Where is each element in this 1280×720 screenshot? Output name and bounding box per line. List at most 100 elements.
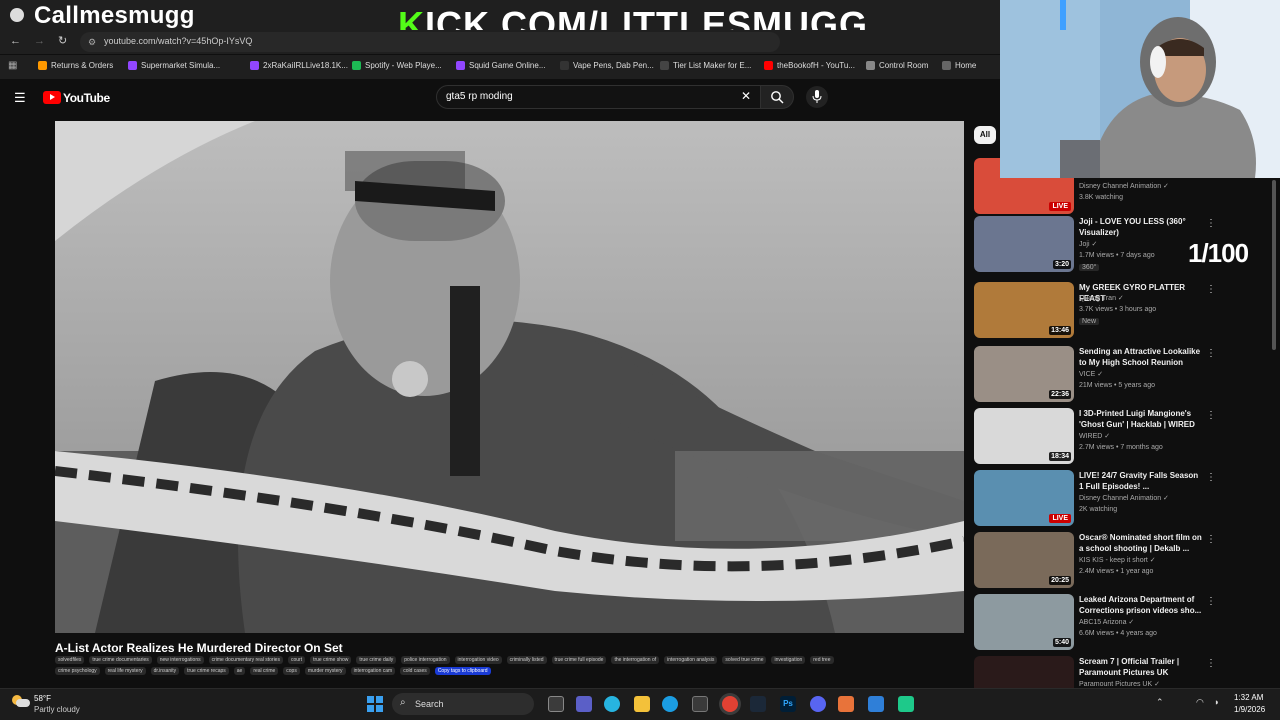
search-button[interactable]	[760, 85, 794, 109]
bookmark-item[interactable]: Supermarket Simula...	[128, 61, 220, 70]
volume-icon[interactable]: ◗	[1214, 697, 1219, 707]
channel-name[interactable]: KIS KIS - keep it short ✓	[1079, 556, 1156, 564]
bookmark-item[interactable]: Home	[942, 61, 976, 70]
taskbar-search[interactable]	[392, 693, 534, 715]
channel-name[interactable]: Disney Channel Animation ✓	[1079, 494, 1169, 502]
youtube-logo-icon[interactable]	[43, 91, 61, 104]
window-icon[interactable]	[868, 696, 884, 712]
taskbar-search-label[interactable]: Search	[415, 699, 444, 709]
video-thumbnail[interactable]: LIVE	[974, 470, 1074, 526]
site-info-icon[interactable]: ⚙	[88, 37, 96, 48]
video-title[interactable]: Scream 7 | Official Trailer | Paramount …	[1079, 656, 1203, 678]
more-options-icon[interactable]: ⋮	[1206, 472, 1216, 483]
video-tag[interactable]: true crime daily	[356, 656, 397, 664]
photoshop-icon[interactable]: Ps	[780, 696, 796, 712]
video-tag[interactable]: crime psychology	[55, 667, 100, 675]
video-title[interactable]: Joji - LOVE YOU LESS (360° Visualizer)	[1079, 216, 1203, 238]
channel-name[interactable]: ABC15 Arizona ✓	[1079, 618, 1134, 626]
video-tag[interactable]: solved true crime	[722, 656, 767, 664]
channel-name[interactable]: VICE ✓	[1079, 370, 1103, 378]
bookmark-item[interactable]: Spotify - Web Playe...	[352, 61, 442, 70]
apps-grid-icon[interactable]: ▦	[8, 60, 17, 71]
recommended-video[interactable]: 18:34 I 3D-Printed Luigi Mangione's 'Ghos…	[970, 408, 1270, 468]
video-tag[interactable]: criminally listed	[506, 656, 547, 664]
more-options-icon[interactable]: ⋮	[1206, 658, 1216, 669]
store-icon[interactable]	[692, 696, 708, 712]
video-tag[interactable]: red tree	[810, 656, 834, 664]
more-options-icon[interactable]: ⋮	[1206, 348, 1216, 359]
filter-chip-all[interactable]: All	[974, 126, 996, 144]
video-tag[interactable]: interrogation analysis	[664, 656, 718, 664]
bookmark-item[interactable]: theBookofH - YouTu...	[764, 61, 855, 70]
video-tag[interactable]: court	[287, 656, 306, 664]
forward-icon[interactable]: →	[34, 35, 45, 47]
video-thumbnail[interactable]: 18:34	[974, 408, 1074, 464]
more-options-icon[interactable]: ⋮	[1206, 596, 1216, 607]
url-text[interactable]: youtube.com/watch?v=45hOp-IYsVQ	[104, 36, 252, 46]
discord-icon[interactable]	[810, 696, 826, 712]
channel-name[interactable]: Joji ✓	[1079, 240, 1097, 248]
recommended-video[interactable]: Scream 7 | Official Trailer | Paramount …	[970, 656, 1270, 690]
more-options-icon[interactable]: ⋮	[1206, 284, 1216, 295]
bookmark-item[interactable]: Vape Pens, Dab Pen...	[560, 61, 654, 70]
video-tag[interactable]: police interrogation	[401, 656, 450, 664]
bookmark-item[interactable]: Tier List Maker for E...	[660, 61, 751, 70]
video-tag[interactable]: interrogation cam	[350, 667, 396, 675]
more-options-icon[interactable]: ⋮	[1206, 534, 1216, 545]
weather-icon[interactable]	[12, 693, 30, 709]
bookmark-item[interactable]: Control Room	[866, 61, 928, 70]
clock-time[interactable]: 1:32 AM	[1234, 693, 1263, 702]
voice-search-button[interactable]	[806, 86, 828, 108]
file-explorer-icon[interactable]	[634, 696, 650, 712]
app-icon[interactable]	[838, 696, 854, 712]
weather-temp[interactable]: 58°F	[34, 694, 51, 703]
video-tag[interactable]: cops	[283, 667, 300, 675]
menu-icon[interactable]: ☰	[14, 90, 26, 106]
recommended-video[interactable]: 20:25 Oscar® Nominated short film on a sc…	[970, 532, 1270, 592]
clear-search-icon[interactable]: ✕	[741, 89, 751, 103]
tray-chevron-icon[interactable]: ⌃	[1156, 697, 1164, 708]
video-tag[interactable]: real life mystery	[104, 667, 146, 675]
video-tag[interactable]: dr.insanity	[150, 667, 180, 675]
video-tag[interactable]: solvedfiles	[55, 656, 85, 664]
video-tag[interactable]: new interrogations	[156, 656, 204, 664]
recommended-video[interactable]: 22:36 Sending an Attractive Lookalike to …	[970, 346, 1270, 406]
video-title[interactable]: Leaked Arizona Department of Corrections…	[1079, 594, 1203, 616]
more-options-icon[interactable]: ⋮	[1206, 410, 1216, 421]
app-green-icon[interactable]	[898, 696, 914, 712]
video-tag[interactable]: murder mystery	[304, 667, 346, 675]
youtube-logo-text[interactable]: YouTube	[63, 91, 110, 105]
video-tag[interactable]: the interrogation of	[611, 656, 660, 664]
video-title[interactable]: LIVE! 24/7 Gravity Falls Season 1 Full E…	[1079, 470, 1203, 492]
copy-tags-button[interactable]: Copy tags to clipboard	[434, 667, 491, 675]
edge-icon[interactable]	[662, 696, 678, 712]
task-view-icon[interactable]	[548, 696, 564, 712]
video-tag[interactable]: real crime	[250, 667, 279, 675]
video-tag[interactable]: cold cases	[400, 667, 430, 675]
weather-desc[interactable]: Partly cloudy	[34, 705, 80, 714]
clock-date[interactable]: 1/9/2026	[1234, 705, 1265, 714]
recommended-video[interactable]: LIVE LIVE! 24/7 Gravity Falls Season 1 Fu…	[970, 470, 1270, 530]
video-player[interactable]	[55, 121, 964, 633]
channel-name[interactable]: Paramount Pictures UK ✓	[1079, 680, 1160, 688]
video-title[interactable]: I 3D-Printed Luigi Mangione's 'Ghost Gun…	[1079, 408, 1203, 430]
bookmark-item[interactable]: Returns & Orders	[38, 61, 113, 70]
chrome-icon[interactable]	[722, 696, 738, 712]
bookmark-item[interactable]: 2xRaKaiIRLLive18.1K...	[250, 61, 348, 70]
video-thumbnail[interactable]: 13:46	[974, 282, 1074, 338]
copilot-icon[interactable]	[604, 696, 620, 712]
video-tag[interactable]: investigation	[771, 656, 806, 664]
channel-name[interactable]: WIRED ✓	[1079, 432, 1110, 440]
video-thumbnail[interactable]: 3:20	[974, 216, 1074, 272]
video-thumbnail[interactable]	[974, 656, 1074, 690]
back-icon[interactable]: ←	[10, 35, 21, 47]
video-tag[interactable]: ae	[233, 667, 246, 675]
video-tag[interactable]: true crime full episode	[551, 656, 607, 664]
video-tag[interactable]: interrogation video	[454, 656, 502, 664]
recommended-video[interactable]: 13:46 My GREEK GYRO PLATTER FEAST ⋮ Quang T…	[970, 282, 1270, 342]
windows-start-icon[interactable]	[367, 696, 383, 712]
channel-name[interactable]: Disney Channel Animation ✓	[1079, 182, 1169, 190]
video-title[interactable]: Sending an Attractive Lookalike to My Hi…	[1079, 346, 1203, 368]
more-options-icon[interactable]: ⋮	[1206, 218, 1216, 229]
recommended-video[interactable]: 5:40 Leaked Arizona Department of Correct…	[970, 594, 1270, 654]
